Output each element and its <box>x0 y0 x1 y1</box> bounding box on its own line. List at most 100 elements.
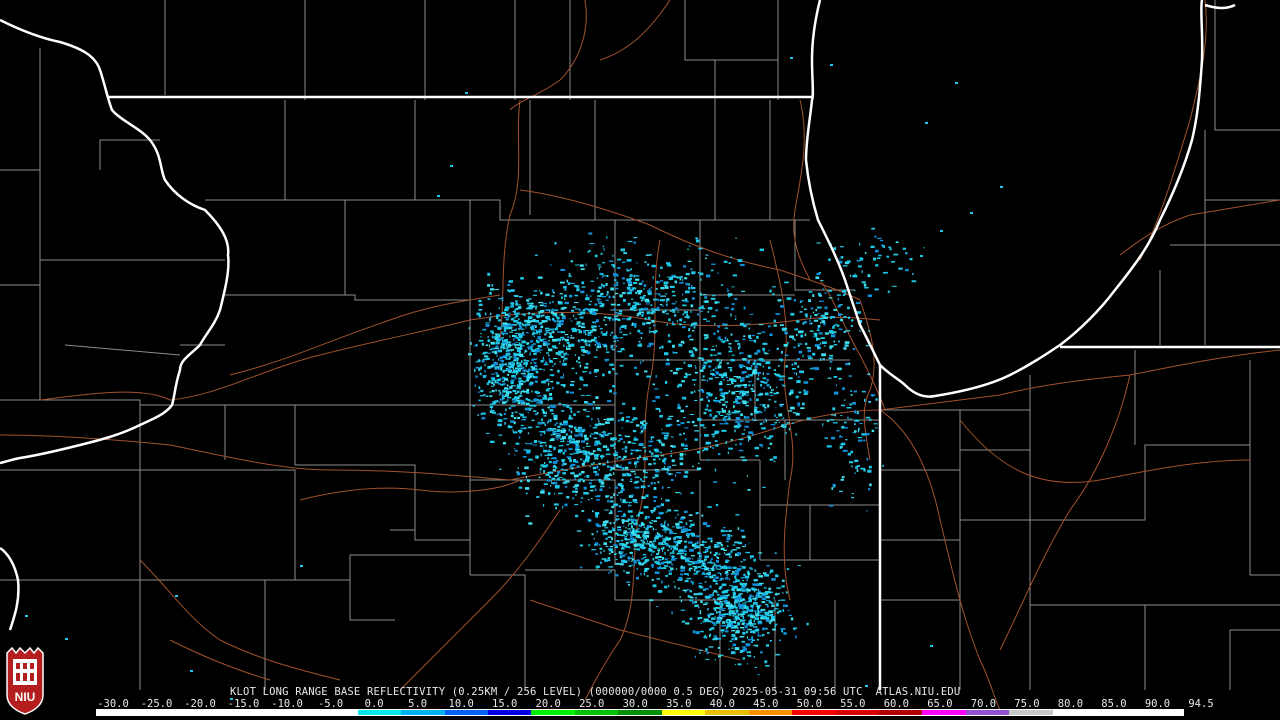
echo-pixel <box>496 374 500 377</box>
echo-pixel <box>522 331 524 334</box>
echo-pixel <box>748 381 752 383</box>
echo-pixel <box>560 268 566 271</box>
echo-pixel <box>806 417 811 420</box>
echo-pixel <box>638 511 644 514</box>
echo-pixel <box>712 345 715 347</box>
echo-pixel <box>641 480 646 482</box>
echo-pixel <box>859 242 861 246</box>
echo-pixel <box>542 356 544 360</box>
echo-pixel <box>740 263 745 267</box>
echo-pixel <box>579 312 582 314</box>
echo-pixel <box>522 323 524 326</box>
echo-pixel <box>647 316 651 320</box>
echo-pixel <box>742 610 748 614</box>
echo-pixel <box>525 323 530 326</box>
echo-pixel <box>750 619 752 622</box>
echo-pixel <box>516 472 521 476</box>
colorbar-segment <box>444 710 488 715</box>
echo-pixel <box>620 563 624 566</box>
echo-pixel <box>667 340 672 343</box>
echo-pixel <box>634 502 638 504</box>
echo-pixel <box>806 622 809 626</box>
echo-pixel <box>735 609 739 613</box>
echo-pixel <box>739 352 741 355</box>
echo-pixel <box>578 356 580 360</box>
echo-pixel <box>752 384 754 387</box>
echo-pixel <box>803 381 809 384</box>
echo-pixel <box>850 390 852 392</box>
echo-pixel <box>575 354 577 357</box>
echo-pixel <box>748 360 751 362</box>
echo-pixel <box>661 295 667 297</box>
echo-pixel <box>816 337 819 341</box>
echo-pixel <box>712 598 716 600</box>
echo-pixel <box>704 559 706 562</box>
echo-pixel <box>497 367 500 370</box>
echo-pixel <box>653 545 657 549</box>
echo-pixel <box>550 480 552 483</box>
echo-pixel <box>749 398 752 402</box>
echo-pixel <box>582 447 585 449</box>
echo-pixel <box>797 365 800 368</box>
echo-pixel <box>838 340 840 343</box>
echo-pixel <box>553 503 559 506</box>
echo-pixel <box>592 406 594 410</box>
echo-pixel <box>664 552 666 555</box>
echo-pixel <box>648 450 652 453</box>
echo-pixel <box>616 494 619 496</box>
echo-pixel <box>480 333 482 335</box>
echo-pixel <box>664 585 668 589</box>
echo-pixel <box>517 467 519 469</box>
echo-pixel <box>624 446 628 449</box>
echo-pixel <box>551 289 554 292</box>
echo-pixel <box>654 539 656 542</box>
echo-pixel <box>640 430 644 433</box>
echo-pixel <box>727 607 732 610</box>
echo-pixel <box>739 613 744 616</box>
echo-pixel <box>641 523 645 526</box>
echo-pixel <box>633 522 638 526</box>
echo-pixel <box>677 513 679 516</box>
echo-pixel <box>682 293 684 296</box>
echo-pixel <box>744 575 750 579</box>
echo-pixel <box>499 338 504 341</box>
echo-pixel <box>534 326 537 328</box>
echo-pixel <box>683 342 685 344</box>
echo-pixel <box>729 368 733 372</box>
echo-pixel <box>694 566 698 570</box>
echo-pixel <box>660 523 663 526</box>
echo-pixel <box>713 554 717 557</box>
echo-pixel <box>715 583 719 585</box>
echo-pixel <box>870 245 875 248</box>
echo-pixel <box>763 381 768 384</box>
echo-pixel <box>845 439 848 441</box>
echo-pixel <box>631 322 634 326</box>
echo-pixel <box>656 306 660 310</box>
echo-pixel <box>564 503 568 507</box>
echo-pixel <box>599 488 603 492</box>
echo-pixel <box>573 314 575 317</box>
echo-pixel <box>499 360 505 362</box>
echo-pixel <box>703 347 708 351</box>
echo-pixel <box>513 421 516 425</box>
echo-pixel <box>833 340 835 343</box>
echo-pixel <box>603 316 608 318</box>
echo-pixel <box>629 480 633 482</box>
echo-pixel <box>648 521 651 524</box>
echo-pixel <box>497 298 502 300</box>
echo-pixel <box>561 338 563 341</box>
echo-pixel <box>576 530 582 532</box>
echo-pixel <box>675 522 680 526</box>
echo-pixel <box>902 247 906 250</box>
echo-pixel <box>557 425 561 428</box>
echo-pixel <box>679 518 685 520</box>
echo-pixel <box>588 482 592 485</box>
echo-pixel <box>893 253 899 256</box>
echo-pixel <box>604 358 610 361</box>
echo-pixel <box>631 494 634 497</box>
echo-pixel <box>800 311 803 313</box>
echo-pixel <box>734 429 736 433</box>
echo-pixel <box>594 321 596 324</box>
echo-pixel <box>540 291 543 295</box>
echo-pixel <box>684 316 687 318</box>
